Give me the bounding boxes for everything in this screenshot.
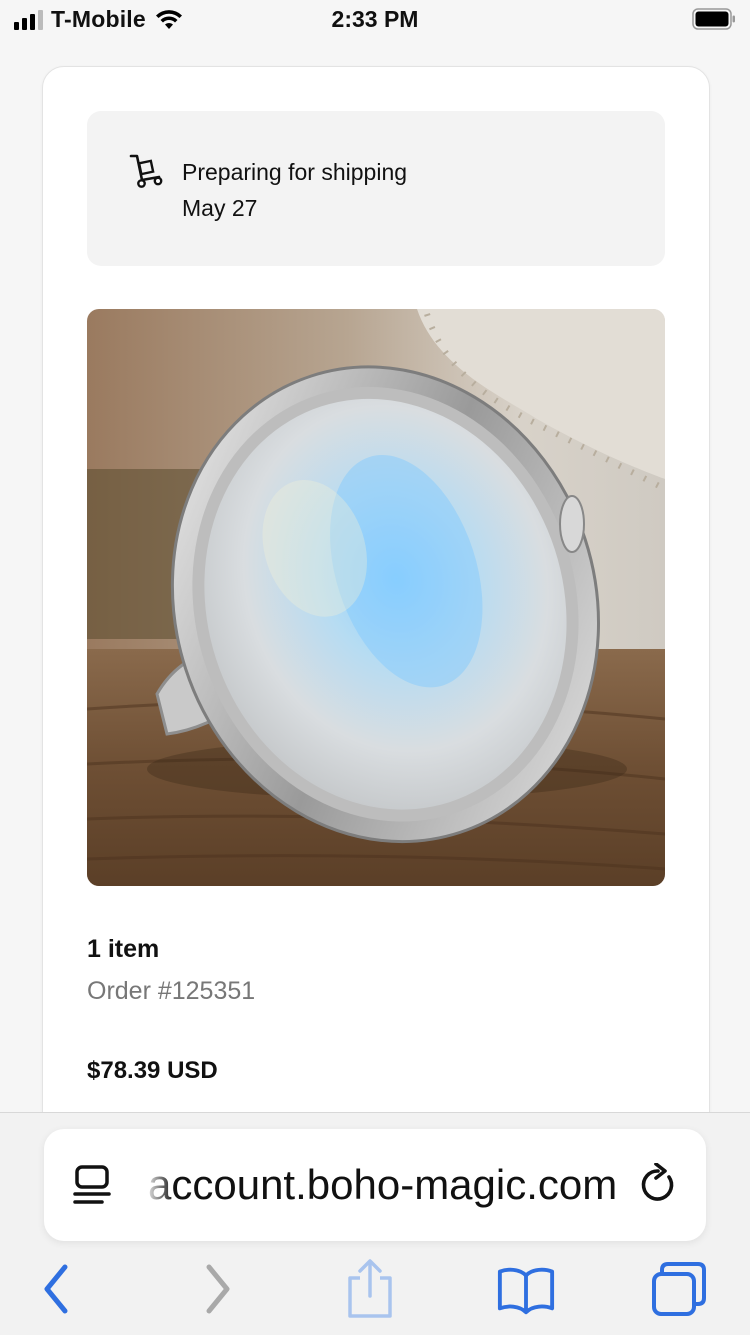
shipping-status-box: Preparing for shipping May 27: [87, 111, 665, 266]
shipping-status: Preparing for shipping: [182, 159, 408, 185]
order-total: $78.39 USD: [87, 1057, 218, 1084]
battery-icon: [692, 8, 735, 30]
item-count: 1 item: [87, 935, 160, 963]
tabs-icon: [652, 1262, 706, 1316]
browser-toolbar: [0, 1253, 750, 1323]
order-card: Preparing for shipping May 27 1 item Ord…: [42, 66, 710, 1128]
share-icon: [348, 1259, 392, 1318]
shipping-date: May 27: [182, 195, 258, 221]
back-icon: [44, 1264, 68, 1314]
moonstone-ring-image: [87, 309, 665, 886]
forward-button[interactable]: [188, 1259, 248, 1319]
forward-icon: [206, 1264, 230, 1314]
browser-bottom-bar: account.boho-magic.com: [0, 1112, 750, 1335]
back-button[interactable]: [26, 1259, 86, 1319]
tabs-button[interactable]: [650, 1259, 710, 1319]
reader-view-icon[interactable]: [72, 1163, 114, 1207]
product-image[interactable]: [87, 309, 665, 886]
url-text[interactable]: account.boho-magic.com: [148, 1157, 620, 1213]
hand-truck-icon: [129, 154, 163, 188]
url-fade: [144, 1149, 174, 1219]
clock: 2:33 PM: [331, 6, 419, 32]
share-button[interactable]: [340, 1259, 400, 1319]
bookmarks-button[interactable]: [496, 1259, 556, 1319]
address-bar[interactable]: account.boho-magic.com: [44, 1129, 706, 1241]
reload-icon[interactable]: [636, 1163, 680, 1207]
order-number: Order #125351: [87, 977, 256, 1005]
status-bar: T-Mobile 2:33 PM: [0, 0, 750, 40]
bookmarks-icon: [497, 1267, 555, 1315]
